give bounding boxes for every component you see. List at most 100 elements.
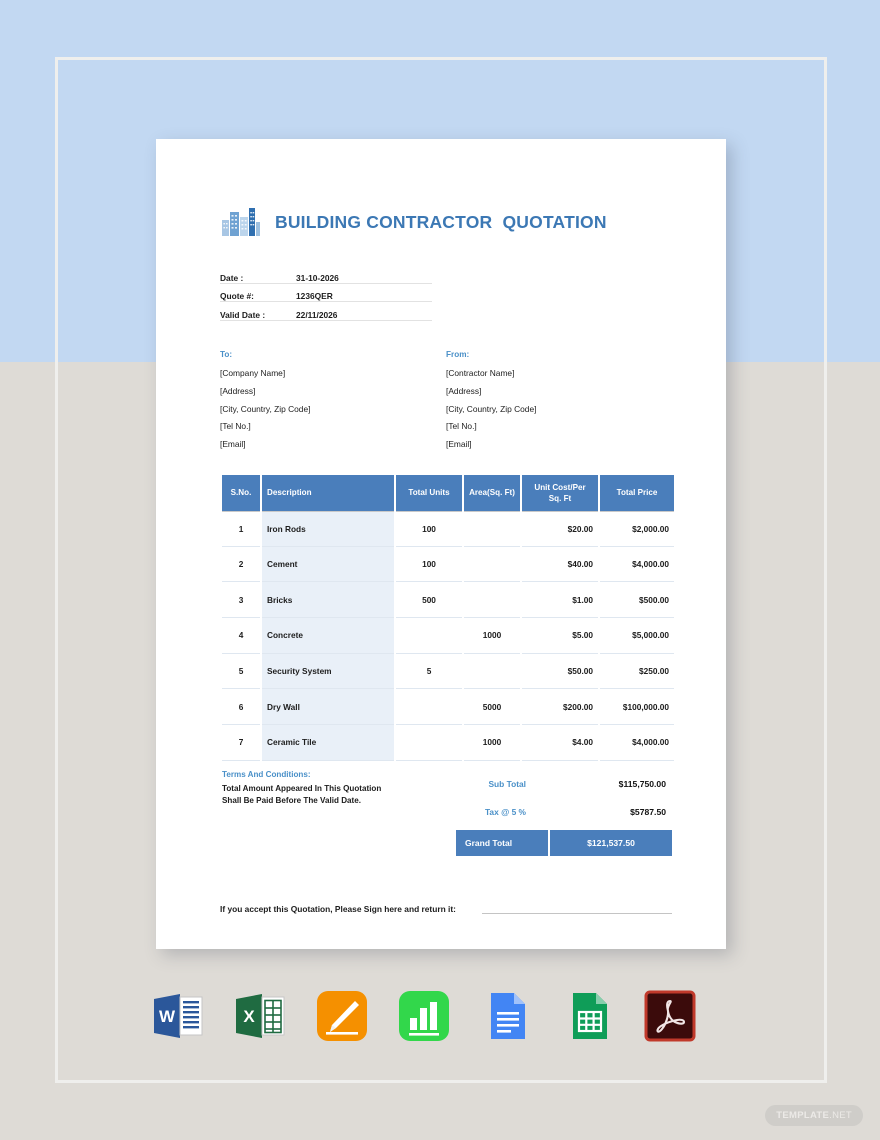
cell-unit-cost: $4.00 <box>522 725 598 761</box>
cell-description: Concrete <box>262 618 394 654</box>
cell-description: Bricks <box>262 582 394 619</box>
subtotal-row: Sub Total $115,750.00 <box>456 770 672 798</box>
table-row: 3 Bricks 500 $1.00 $500.00 <box>222 582 674 619</box>
terms-line: Total Amount Appeared In This Quotation <box>222 783 382 793</box>
grand-total-label: Grand Total <box>456 829 548 856</box>
cell-area <box>464 582 520 619</box>
cell-units: 5 <box>396 654 462 690</box>
watermark-suffix: .NET <box>829 1110 852 1121</box>
cell-description: Cement <box>262 546 394 583</box>
cell-unit-cost: $5.00 <box>522 618 598 654</box>
cell-units: 100 <box>396 547 462 583</box>
svg-text:X: X <box>243 1007 255 1026</box>
microsoft-word-icon[interactable]: W <box>150 988 206 1044</box>
document-content: BUILDING CONTRACTOR QUOTATION Date : 31-… <box>220 201 674 914</box>
address-block: To: [Company Name] [Address] [City, Coun… <box>220 350 672 454</box>
meta-label-valid-date: Valid Date : <box>220 309 266 320</box>
address-to-line: [City, Country, Zip Code] <box>220 403 311 414</box>
cell-area: 1000 <box>464 618 520 654</box>
google-docs-icon[interactable] <box>478 988 534 1044</box>
meta-row-valid-date: Valid Date : 22/11/2026 <box>220 302 432 321</box>
page-title: BUILDING CONTRACTOR QUOTATION <box>275 211 607 232</box>
cell-units: 500 <box>396 582 462 619</box>
address-from-line: [Address] <box>446 385 482 396</box>
apple-pages-icon[interactable] <box>314 988 370 1044</box>
meta-row-quote-number: Quote #: 1236QER <box>220 284 432 302</box>
meta-value-date: 31-10-2026 <box>296 272 339 283</box>
signature-line <box>481 902 672 914</box>
table-row: 4 Concrete 1000 $5.00 $5,000.00 <box>222 618 674 654</box>
address-to-heading: To: <box>220 349 233 359</box>
cell-unit-cost: $50.00 <box>522 654 598 690</box>
cell-sno: 5 <box>222 654 260 690</box>
table-header-row: S.No. Description Total Units Area(Sq. F… <box>222 474 674 511</box>
line-items-table: S.No. Description Total Units Area(Sq. F… <box>220 474 676 761</box>
terms-block: Terms And Conditions: Total Amount Appea… <box>220 770 456 856</box>
address-to-line: [Tel No.] <box>220 421 251 432</box>
cell-total-price: $100,000.00 <box>600 689 674 726</box>
quote-meta-block: Date : 31-10-2026 Quote #: 1236QER Valid… <box>220 265 432 321</box>
cell-sno: 4 <box>222 618 260 654</box>
column-header-description: Description <box>262 474 394 511</box>
cell-description: Dry Wall <box>262 689 394 726</box>
cell-total-price: $500.00 <box>600 582 674 619</box>
cell-area <box>464 547 520 583</box>
meta-label-date: Date : <box>220 272 244 283</box>
address-from-line: [Contractor Name] <box>446 368 515 378</box>
cell-total-price: $4,000.00 <box>600 547 674 583</box>
table-body: 1 Iron Rods 100 $20.00 $2,000.00 2 Cemen… <box>222 510 674 761</box>
address-from-line: [Email] <box>446 439 472 450</box>
signature-instruction: If you accept this Quotation, Please Sig… <box>220 903 456 914</box>
meta-value-valid-date: 22/11/2026 <box>296 309 338 320</box>
cell-units <box>396 725 462 761</box>
cell-unit-cost: $1.00 <box>522 582 598 619</box>
screenshot-canvas: BUILDING CONTRACTOR QUOTATION Date : 31-… <box>0 0 880 1140</box>
meta-row-date: Date : 31-10-2026 <box>220 265 432 284</box>
address-to-line: [Company Name] <box>220 368 286 378</box>
column-header-area: Area(Sq. Ft) <box>464 474 520 511</box>
terms-and-totals: Terms And Conditions: Total Amount Appea… <box>220 770 672 856</box>
address-from-line: [Tel No.] <box>446 421 477 432</box>
svg-text:W: W <box>159 1007 176 1026</box>
meta-value-quote-number: 1236QER <box>296 291 333 301</box>
watermark-brand: TEMPLATE <box>776 1110 830 1121</box>
column-header-total-units: Total Units <box>396 474 462 511</box>
cell-unit-cost: $40.00 <box>522 547 598 583</box>
column-header-unit-cost: Unit Cost/Per Sq. Ft <box>522 474 598 511</box>
adobe-pdf-icon[interactable] <box>642 988 698 1044</box>
address-from-heading: From: <box>446 349 470 359</box>
cell-unit-cost: $20.00 <box>522 510 598 547</box>
cell-total-price: $5,000.00 <box>600 618 674 654</box>
column-header-total-price: Total Price <box>600 474 674 511</box>
file-format-icon-row: W X <box>150 988 698 1044</box>
address-to: To: [Company Name] [Address] [City, Coun… <box>220 350 446 454</box>
cell-area <box>464 654 520 690</box>
city-buildings-icon <box>220 206 262 238</box>
microsoft-excel-icon[interactable]: X <box>232 988 288 1044</box>
cell-total-price: $4,000.00 <box>600 725 674 761</box>
cell-unit-cost: $200.00 <box>522 689 598 726</box>
document-header: BUILDING CONTRACTOR QUOTATION <box>220 201 672 243</box>
cell-description: Ceramic Tile <box>262 725 394 761</box>
terms-line: Shall Be Paid Before The Valid Date. <box>222 796 361 806</box>
cell-area: 5000 <box>464 689 520 726</box>
apple-numbers-icon[interactable] <box>396 988 452 1044</box>
cell-total-price: $2,000.00 <box>600 510 674 547</box>
table-row: 6 Dry Wall 5000 $200.00 $100,000.00 <box>222 689 674 726</box>
google-sheets-icon[interactable] <box>560 988 616 1044</box>
signature-block: If you accept this Quotation, Please Sig… <box>220 902 672 914</box>
tax-label: Tax @ 5 % <box>484 806 526 817</box>
grand-total-row: Grand Total $121,537.50 <box>456 829 672 856</box>
tax-row: Tax @ 5 % $5787.50 <box>456 798 672 826</box>
table-row: 2 Cement 100 $40.00 $4,000.00 <box>222 546 674 583</box>
terms-heading: Terms And Conditions: <box>222 769 311 779</box>
cell-area <box>464 510 520 547</box>
address-to-line: [Email] <box>220 439 246 450</box>
subtotal-value: $115,750.00 <box>618 778 666 789</box>
table-row: 5 Security System 5 $50.00 $250.00 <box>222 653 674 690</box>
table-row: 7 Ceramic Tile 1000 $4.00 $4,000.00 <box>222 725 674 761</box>
cell-sno: 6 <box>222 689 260 726</box>
grand-total-value: $121,537.50 <box>550 829 672 856</box>
meta-label-quote-number: Quote #: <box>220 291 254 301</box>
cell-sno: 3 <box>222 582 260 619</box>
